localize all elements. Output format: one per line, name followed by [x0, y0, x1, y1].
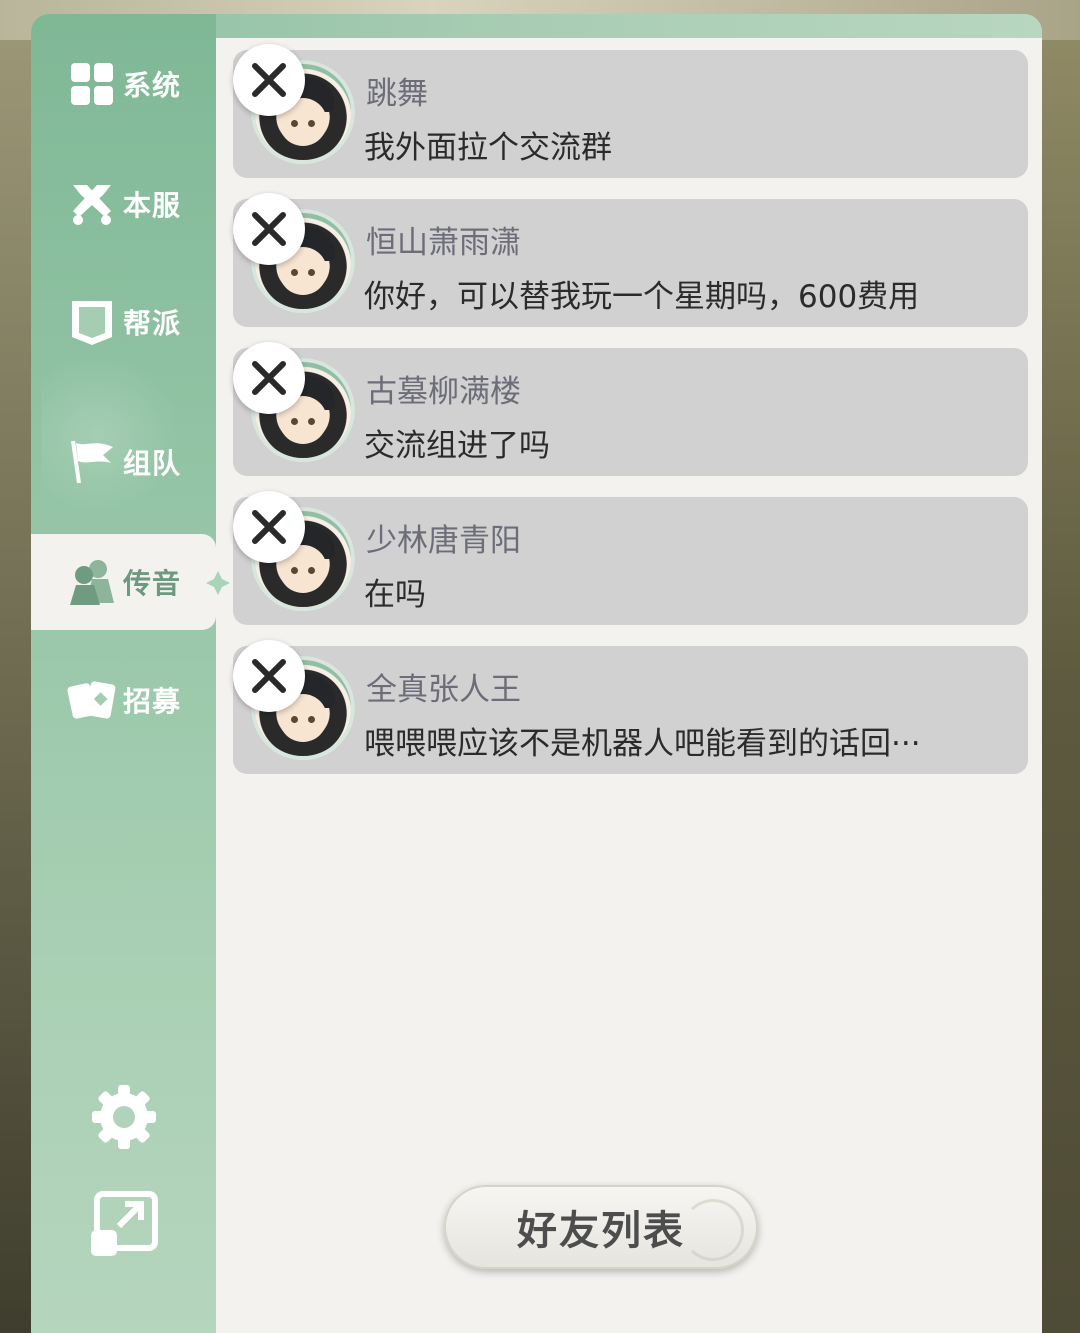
- crossed-swords-icon: [67, 179, 117, 229]
- close-icon: [252, 212, 286, 246]
- message-preview: 交流组进了吗: [364, 428, 550, 464]
- sidebar-item-recruit[interactable]: 招募: [31, 652, 216, 748]
- sidebar: 系统 本服 帮派 组队 传音 招募: [31, 14, 216, 1333]
- settings-button[interactable]: [31, 1082, 216, 1156]
- grid-icon: [67, 59, 117, 109]
- contact-name: 跳舞: [366, 76, 428, 112]
- sidebar-item-server[interactable]: 本服: [31, 156, 216, 252]
- banner-icon: [67, 297, 117, 347]
- sidebar-item-label: 招募: [123, 685, 182, 718]
- sidebar-item-label: 系统: [123, 69, 182, 102]
- expand-window-icon: [89, 1190, 159, 1264]
- message-preview: 你好，可以替我玩一个星期吗，600费用: [364, 279, 920, 315]
- sidebar-item-whisper[interactable]: 传音: [31, 534, 216, 630]
- close-icon: [252, 361, 286, 395]
- friend-list-label: 好友列表: [517, 1208, 685, 1254]
- contact-name: 全真张人王: [366, 672, 521, 708]
- sidebar-item-team[interactable]: 组队: [31, 414, 216, 510]
- close-icon: [252, 63, 286, 97]
- list-item[interactable]: 跳舞 我外面拉个交流群: [233, 44, 1028, 178]
- message-preview: 喂喂喂应该不是机器人吧能看到的话回···: [364, 726, 921, 762]
- message-preview: 我外面拉个交流群: [364, 130, 612, 166]
- sidebar-item-system[interactable]: 系统: [31, 36, 216, 132]
- flag-icon: [67, 437, 117, 487]
- settings-gear-icon: [89, 1082, 159, 1156]
- sidebar-item-label: 帮派: [123, 307, 182, 340]
- close-icon: [252, 510, 286, 544]
- close-button[interactable]: [233, 342, 305, 414]
- list-item[interactable]: 古墓柳满楼 交流组进了吗: [233, 342, 1028, 476]
- close-icon: [252, 659, 286, 693]
- contact-name: 古墓柳满楼: [366, 374, 521, 410]
- sidebar-item-label: 传音: [123, 567, 182, 600]
- list-item[interactable]: 全真张人王 喂喂喂应该不是机器人吧能看到的话回···: [233, 640, 1028, 774]
- expand-button[interactable]: [31, 1190, 216, 1264]
- list-item[interactable]: 少林唐青阳 在吗: [233, 491, 1028, 625]
- sidebar-item-label: 组队: [123, 447, 182, 480]
- close-button[interactable]: [233, 640, 305, 712]
- list-item[interactable]: 恒山萧雨潇 你好，可以替我玩一个星期吗，600费用: [233, 193, 1028, 327]
- contact-name: 恒山萧雨潇: [366, 225, 521, 261]
- message-preview: 在吗: [364, 577, 426, 613]
- cards-icon: [67, 675, 117, 725]
- active-diamond-icon: [205, 570, 231, 596]
- people-icon: [67, 557, 117, 607]
- sidebar-item-guild[interactable]: 帮派: [31, 274, 216, 370]
- sidebar-item-label: 本服: [123, 189, 182, 222]
- contact-name: 少林唐青阳: [366, 523, 521, 559]
- close-button[interactable]: [233, 193, 305, 265]
- close-button[interactable]: [233, 44, 305, 116]
- friend-list-button[interactable]: 好友列表: [444, 1185, 758, 1269]
- close-button[interactable]: [233, 491, 305, 563]
- chat-panel: 系统 本服 帮派 组队 传音 招募 跳舞 我外面拉个交流群 恒山萧雨潇 你好，可…: [31, 14, 1042, 1333]
